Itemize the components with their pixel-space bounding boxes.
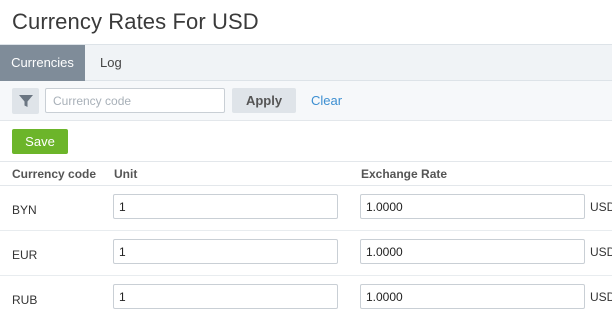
unit-input[interactable]	[113, 284, 338, 309]
currency-code: RUB	[12, 293, 38, 307]
exchange-rate-input[interactable]	[360, 239, 585, 264]
unit-input[interactable]	[113, 239, 338, 264]
table-row: RUB USD	[0, 276, 612, 316]
save-button[interactable]: Save	[12, 129, 68, 154]
unit-input[interactable]	[113, 194, 338, 219]
base-currency-label: USD	[590, 245, 612, 259]
table-header: Currency code Unit Exchange Rate	[0, 161, 612, 186]
exchange-rate-input[interactable]	[360, 194, 585, 219]
base-currency-label: USD	[590, 290, 612, 304]
filter-icon	[18, 95, 33, 107]
exchange-rate-input[interactable]	[360, 284, 585, 309]
tab-log[interactable]: Log	[87, 45, 135, 81]
filter-button[interactable]	[12, 88, 39, 114]
currency-code-search-input[interactable]	[45, 88, 225, 113]
column-header-currency-code: Currency code	[12, 167, 97, 181]
currency-code: BYN	[12, 203, 37, 217]
table-row: BYN USD	[0, 186, 612, 231]
currency-code: EUR	[12, 248, 38, 262]
tab-bar: Currencies Log	[0, 44, 612, 81]
tab-currencies[interactable]: Currencies	[0, 45, 85, 81]
page-title: Currency Rates For USD	[12, 9, 259, 34]
column-header-exchange-rate: Exchange Rate	[361, 167, 448, 181]
clear-link[interactable]: Clear	[311, 93, 342, 108]
table-row: EUR USD	[0, 231, 612, 276]
column-header-unit: Unit	[114, 167, 138, 181]
base-currency-label: USD	[590, 200, 612, 214]
apply-button[interactable]: Apply	[232, 88, 296, 113]
filter-bar: Apply Clear	[0, 81, 612, 121]
